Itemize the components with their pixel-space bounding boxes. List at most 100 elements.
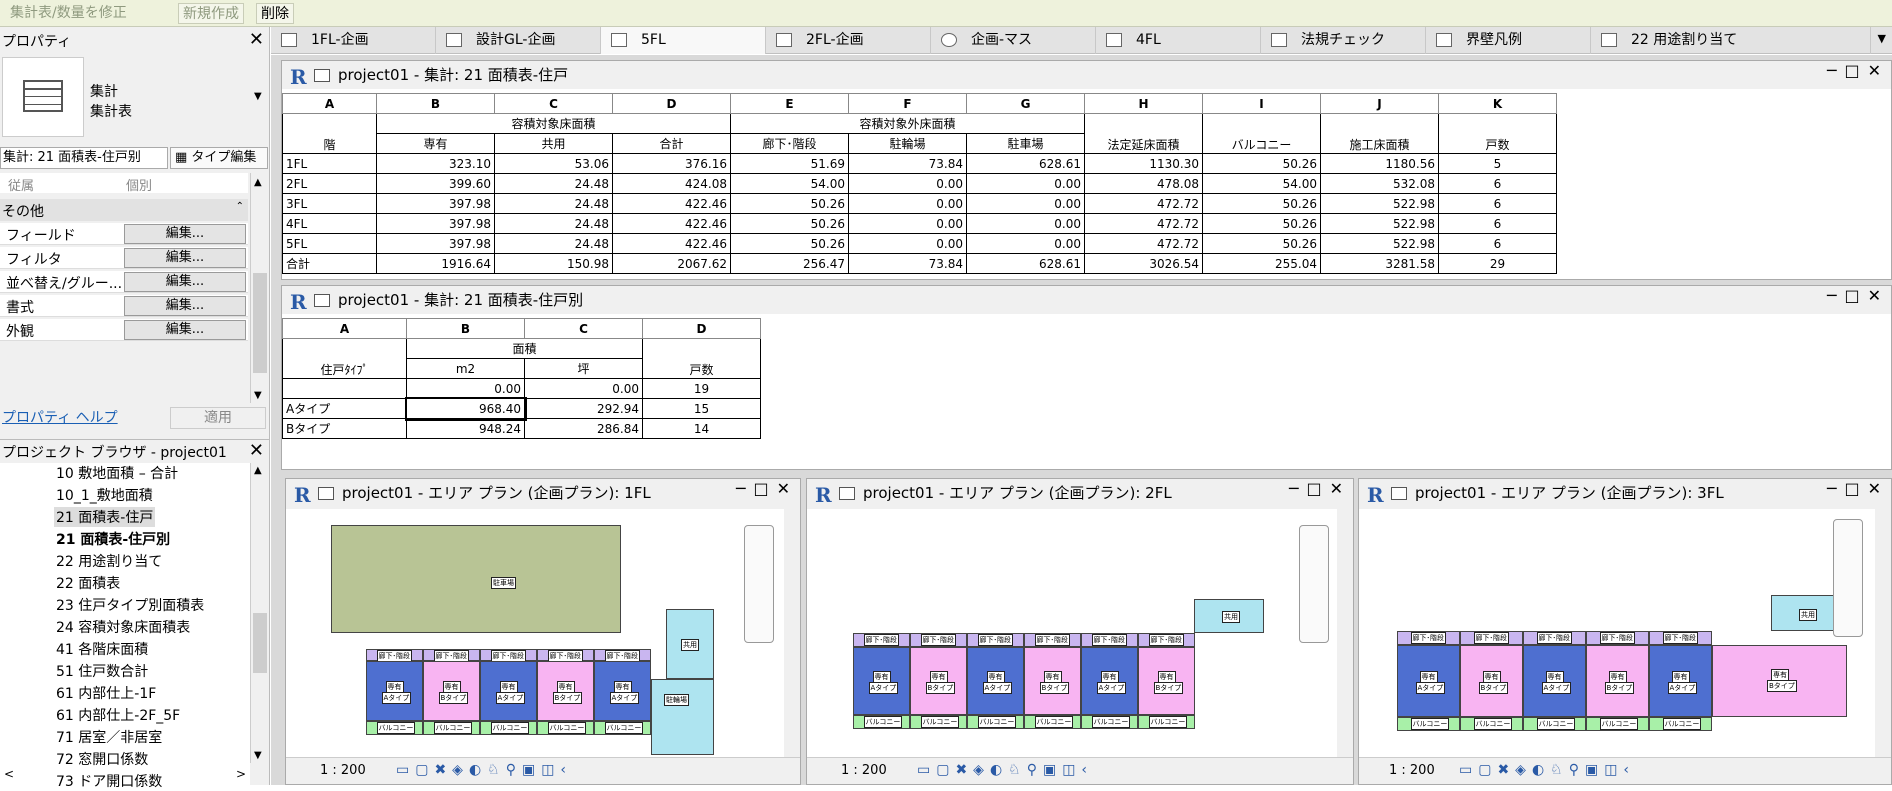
- table-cell[interactable]: 3FL: [282, 193, 377, 214]
- collapse-icon[interactable]: ⌃: [236, 201, 244, 212]
- table-cell[interactable]: 5: [1438, 153, 1557, 174]
- col-letter[interactable]: K: [1438, 93, 1557, 114]
- table-cell[interactable]: 73.84: [848, 153, 967, 174]
- browser-scrollbar[interactable]: ▲ ▼: [250, 463, 268, 763]
- table-cell[interactable]: 397.98: [376, 233, 495, 254]
- table-cell[interactable]: 472.72: [1084, 233, 1203, 254]
- table-cell[interactable]: 948.24: [406, 418, 525, 439]
- scale-label[interactable]: 1 : 200: [1389, 763, 1435, 778]
- table-cell[interactable]: 合計: [282, 253, 377, 274]
- table-cell[interactable]: 6: [1438, 173, 1557, 194]
- col-letter[interactable]: A: [282, 93, 377, 114]
- edit-filter-button[interactable]: 編集...: [124, 248, 246, 268]
- table-cell[interactable]: 1180.56: [1320, 153, 1439, 174]
- table-cell[interactable]: 29: [1438, 253, 1557, 274]
- table-cell[interactable]: [282, 378, 407, 399]
- table-cell[interactable]: 376.16: [612, 153, 731, 174]
- table-cell[interactable]: 397.98: [376, 193, 495, 214]
- table-cell[interactable]: 4FL: [282, 213, 377, 234]
- table-cell[interactable]: 255.04: [1202, 253, 1321, 274]
- table-cell[interactable]: 6: [1438, 193, 1557, 214]
- table-cell[interactable]: 397.98: [376, 213, 495, 234]
- table-cell[interactable]: 24.48: [494, 193, 613, 214]
- header-cell[interactable]: 専有: [376, 133, 495, 154]
- tab-mass[interactable]: 企画-マス: [931, 27, 1096, 54]
- view-control-icons[interactable]: ▭▢✖◈◐♘⚲▣◫‹: [1459, 762, 1635, 778]
- apply-button[interactable]: 適用: [170, 407, 266, 429]
- table-cell[interactable]: 532.08: [1320, 173, 1439, 194]
- table-cell[interactable]: Bタイプ: [282, 418, 407, 439]
- table-cell[interactable]: 0.00: [966, 173, 1085, 194]
- browser-item[interactable]: 51 住戸数合計: [56, 661, 148, 681]
- table-cell[interactable]: 150.98: [494, 253, 613, 274]
- vertical-scrollbar[interactable]: [784, 509, 800, 757]
- tab-wall-legend[interactable]: 界壁凡例: [1426, 27, 1591, 54]
- table-cell[interactable]: 256.47: [730, 253, 849, 274]
- header-cell[interactable]: 共用: [494, 133, 613, 154]
- browser-item[interactable]: 22 面積表: [56, 573, 120, 593]
- navigation-bar[interactable]: [1833, 519, 1863, 637]
- col-letter[interactable]: G: [966, 93, 1085, 114]
- table-cell[interactable]: 50.26: [1202, 153, 1321, 174]
- col-letter[interactable]: B: [406, 318, 525, 339]
- navigation-bar[interactable]: [1299, 525, 1329, 643]
- tab-5fl[interactable]: 5FL: [601, 27, 766, 54]
- col-letter[interactable]: F: [848, 93, 967, 114]
- col-letter[interactable]: B: [376, 93, 495, 114]
- table-cell[interactable]: 0.00: [848, 213, 967, 234]
- header-cell[interactable]: 駐輪場: [848, 133, 967, 154]
- group-header[interactable]: 容積対象外床面積: [730, 113, 1085, 134]
- table-cell[interactable]: 53.06: [494, 153, 613, 174]
- table-cell[interactable]: 0.00: [848, 233, 967, 254]
- header-cell[interactable]: 住戸ﾀｲﾌﾟ: [282, 338, 407, 379]
- table-cell[interactable]: 478.08: [1084, 173, 1203, 194]
- table-cell[interactable]: 24.48: [494, 173, 613, 194]
- browser-item[interactable]: 71 居室／非居室: [56, 727, 162, 747]
- window-controls[interactable]: ─□✕: [736, 479, 798, 498]
- table-cell[interactable]: 522.98: [1320, 193, 1439, 214]
- table-cell[interactable]: 522.98: [1320, 213, 1439, 234]
- table-cell[interactable]: 292.94: [524, 398, 643, 419]
- browser-item[interactable]: 41 各階床面積: [56, 639, 148, 659]
- table-cell[interactable]: 54.00: [1202, 173, 1321, 194]
- table-cell[interactable]: 522.98: [1320, 233, 1439, 254]
- table-cell[interactable]: 24.48: [494, 213, 613, 234]
- browser-item[interactable]: 24 容積対象床面積表: [56, 617, 190, 637]
- table-cell[interactable]: 0.00: [524, 378, 643, 399]
- table-cell[interactable]: 628.61: [966, 253, 1085, 274]
- close-icon[interactable]: ✕: [249, 440, 264, 461]
- browser-item[interactable]: 23 住戸タイプ別面積表: [56, 595, 204, 615]
- browser-item[interactable]: 22 用途割り当て: [56, 551, 162, 571]
- col-letter[interactable]: E: [730, 93, 849, 114]
- table-cell[interactable]: 0.00: [966, 213, 1085, 234]
- table-cell[interactable]: Aタイプ: [282, 398, 407, 419]
- table-cell[interactable]: 15: [642, 398, 761, 419]
- table-cell[interactable]: 3281.58: [1320, 253, 1439, 274]
- table-cell[interactable]: 0.00: [848, 173, 967, 194]
- table-cell[interactable]: 1916.64: [376, 253, 495, 274]
- properties-help-link[interactable]: プロパティ ヘルプ: [2, 407, 118, 427]
- table-cell[interactable]: 0.00: [406, 378, 525, 399]
- table-cell[interactable]: 51.69: [730, 153, 849, 174]
- table-cell[interactable]: 422.46: [612, 233, 731, 254]
- close-icon[interactable]: ✕: [249, 29, 264, 50]
- plan-canvas[interactable]: 共用 廊下･階段 専有 Aタイプ バルコニー 廊下･階段 専有 Bタイプ バルコニー 廊下･階段専…: [807, 509, 1337, 757]
- table-cell[interactable]: 3026.54: [1084, 253, 1203, 274]
- scale-label[interactable]: 1 : 200: [320, 763, 366, 778]
- view-control-icons[interactable]: ▭▢✖◈◐♘⚲▣◫‹: [396, 762, 572, 778]
- table-cell[interactable]: 6: [1438, 213, 1557, 234]
- table-cell[interactable]: 50.26: [730, 233, 849, 254]
- tab-use-assign[interactable]: 22 用途割り当て: [1591, 27, 1871, 54]
- table-cell[interactable]: 24.48: [494, 233, 613, 254]
- col-letter[interactable]: C: [524, 318, 643, 339]
- scale-label[interactable]: 1 : 200: [841, 763, 887, 778]
- table-cell[interactable]: 424.08: [612, 173, 731, 194]
- table-cell[interactable]: 2FL: [282, 173, 377, 194]
- delete-button[interactable]: 削除: [256, 3, 294, 24]
- header-cell[interactable]: 合計: [612, 133, 731, 154]
- col-letter[interactable]: I: [1202, 93, 1321, 114]
- table-cell[interactable]: 19: [642, 378, 761, 399]
- table-cell[interactable]: 73.84: [848, 253, 967, 274]
- col-letter[interactable]: J: [1320, 93, 1439, 114]
- header-cell[interactable]: 戸数: [1438, 113, 1557, 154]
